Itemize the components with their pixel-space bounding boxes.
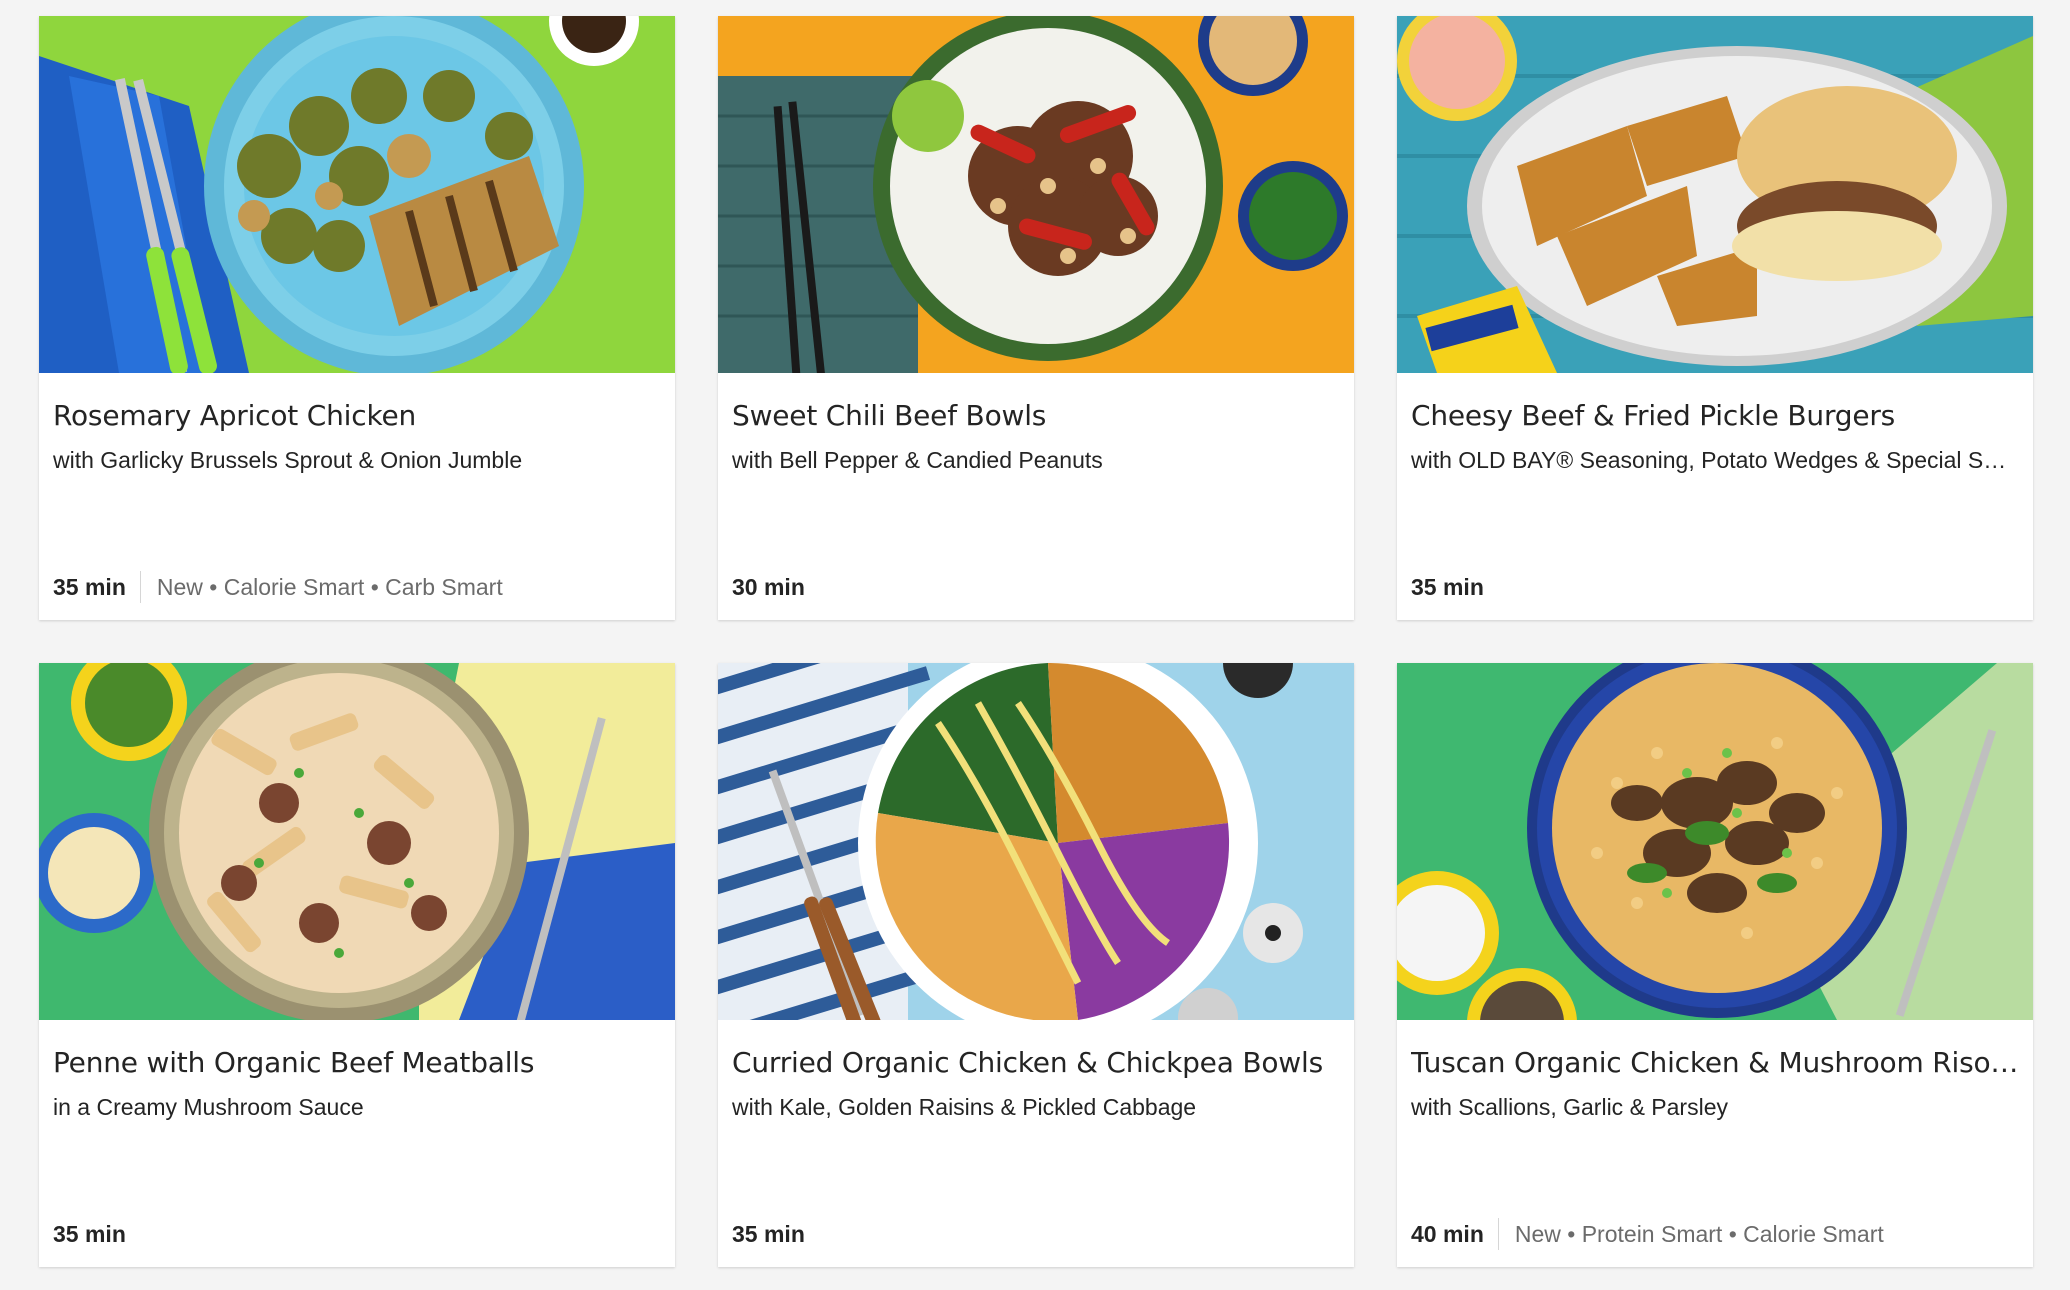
recipe-card-body: Rosemary Apricot Chicken with Garlicky B… bbox=[39, 373, 675, 620]
recipe-meta: 35 min New • Calorie Smart • Carb Smart bbox=[53, 570, 503, 604]
mushroom-risotto-photo bbox=[1397, 663, 2033, 1020]
recipe-title[interactable]: Cheesy Beef & Fried Pickle Burgers bbox=[1411, 397, 2019, 435]
recipe-photo[interactable] bbox=[718, 663, 1354, 1020]
recipe-card[interactable]: Sweet Chili Beef Bowls with Bell Pepper … bbox=[718, 16, 1354, 620]
recipe-card[interactable]: Rosemary Apricot Chicken with Garlicky B… bbox=[39, 16, 675, 620]
recipe-meta: 40 min New • Protein Smart • Calorie Sma… bbox=[1411, 1217, 1884, 1251]
recipe-card-body: Penne with Organic Beef Meatballs in a C… bbox=[39, 1020, 675, 1267]
recipe-title[interactable]: Penne with Organic Beef Meatballs bbox=[53, 1044, 661, 1082]
recipe-photo[interactable] bbox=[39, 16, 675, 373]
chickpea-kale-bowl-photo bbox=[718, 663, 1354, 1020]
cook-time: 30 min bbox=[732, 573, 805, 600]
recipe-title[interactable]: Tuscan Organic Chicken & Mushroom Risott… bbox=[1411, 1044, 2019, 1082]
recipe-photo[interactable] bbox=[718, 16, 1354, 373]
recipe-photo[interactable] bbox=[1397, 663, 2033, 1020]
beef-rice-bowl-photo bbox=[718, 16, 1354, 373]
recipe-subtitle: in a Creamy Mushroom Sauce bbox=[53, 1094, 364, 1120]
recipe-subtitle: with OLD BAY® Seasoning, Potato Wedges &… bbox=[1411, 447, 2019, 473]
cook-time: 35 min bbox=[53, 573, 126, 600]
recipe-grid: Rosemary Apricot Chicken with Garlicky B… bbox=[39, 16, 2033, 1267]
recipe-tags: New • Protein Smart • Calorie Smart bbox=[1514, 1220, 1884, 1247]
recipe-card[interactable]: Curried Organic Chicken & Chickpea Bowls… bbox=[718, 663, 1354, 1267]
cook-time: 35 min bbox=[732, 1220, 805, 1247]
recipe-subtitle: with Bell Pepper & Candied Peanuts bbox=[732, 447, 1103, 473]
recipe-card[interactable]: Penne with Organic Beef Meatballs in a C… bbox=[39, 663, 675, 1267]
burger-potato-wedges-photo bbox=[1397, 16, 2033, 373]
recipe-card-body: Cheesy Beef & Fried Pickle Burgers with … bbox=[1397, 373, 2033, 620]
penne-meatballs-photo bbox=[39, 663, 675, 1020]
recipe-card[interactable]: Tuscan Organic Chicken & Mushroom Risott… bbox=[1397, 663, 2033, 1267]
recipe-photo[interactable] bbox=[39, 663, 675, 1020]
recipe-title[interactable]: Rosemary Apricot Chicken bbox=[53, 397, 661, 435]
recipe-meta: 35 min bbox=[1411, 570, 1498, 604]
recipe-card-body: Sweet Chili Beef Bowls with Bell Pepper … bbox=[718, 373, 1354, 620]
recipe-subtitle: with Scallions, Garlic & Parsley bbox=[1411, 1094, 1728, 1120]
cook-time: 40 min bbox=[1411, 1220, 1484, 1247]
recipe-meta: 30 min bbox=[732, 570, 819, 604]
cook-time: 35 min bbox=[1411, 573, 1484, 600]
recipe-card[interactable]: Cheesy Beef & Fried Pickle Burgers with … bbox=[1397, 16, 2033, 620]
recipe-tags: New • Calorie Smart • Carb Smart bbox=[156, 573, 503, 600]
cook-time: 35 min bbox=[53, 1220, 126, 1247]
roast-chicken-brussels-sprouts-photo bbox=[39, 16, 675, 373]
recipe-photo[interactable] bbox=[1397, 16, 2033, 373]
recipe-meta: 35 min bbox=[53, 1217, 140, 1251]
recipe-title[interactable]: Sweet Chili Beef Bowls bbox=[732, 397, 1340, 435]
recipe-meta: 35 min bbox=[732, 1217, 819, 1251]
recipe-card-body: Tuscan Organic Chicken & Mushroom Risott… bbox=[1397, 1020, 2033, 1267]
recipe-card-body: Curried Organic Chicken & Chickpea Bowls… bbox=[718, 1020, 1354, 1267]
recipe-title[interactable]: Curried Organic Chicken & Chickpea Bowls bbox=[732, 1044, 1340, 1082]
recipe-subtitle: with Kale, Golden Raisins & Pickled Cabb… bbox=[732, 1094, 1197, 1120]
recipe-subtitle: with Garlicky Brussels Sprout & Onion Ju… bbox=[53, 447, 523, 473]
